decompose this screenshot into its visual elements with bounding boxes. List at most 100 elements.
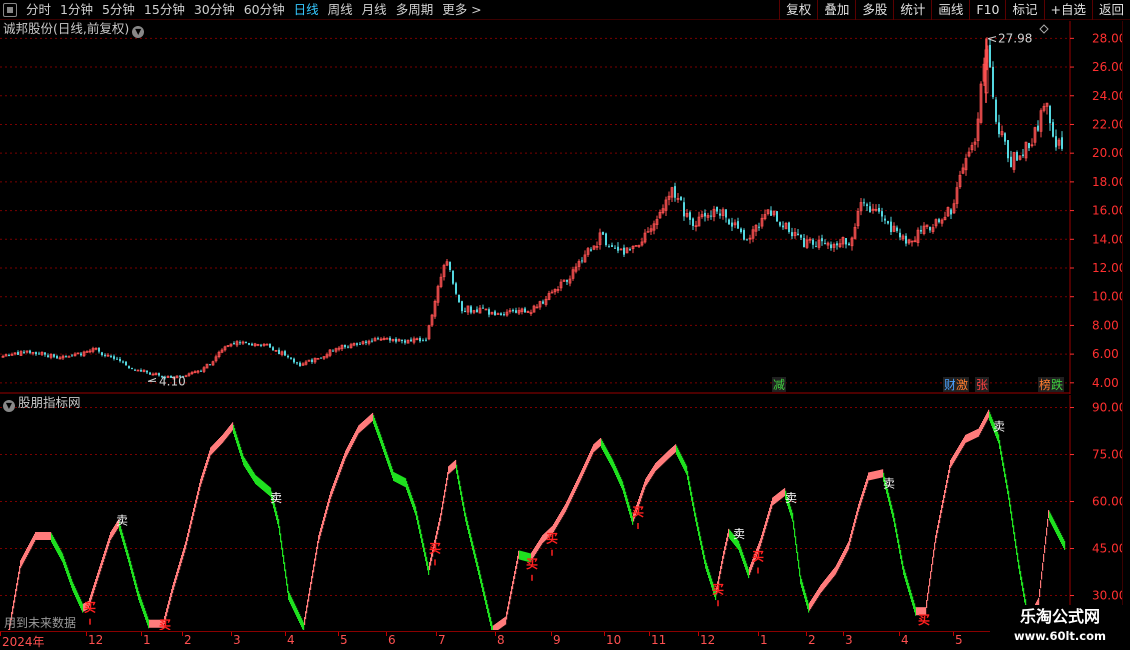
chevron-down-icon[interactable]: ▼ (3, 400, 15, 412)
candle-body (311, 359, 313, 362)
date-label: 12 (700, 633, 716, 647)
tool-button-2[interactable]: 多股 (855, 0, 893, 20)
candle-body (347, 346, 349, 348)
candle-body (674, 186, 676, 198)
period-tab-9[interactable]: 多周期 (392, 0, 439, 20)
period-tab-8[interactable]: 月线 (358, 0, 392, 20)
candle-body (887, 221, 889, 224)
indicator-panel[interactable]: ▼ 股朋指标网 30.00 45.00 60.00 75.00 90.00 卖卖卖卖卖卖买买… (0, 395, 1130, 630)
period-tab-7[interactable]: 周线 (324, 0, 358, 20)
candle-body (758, 226, 760, 228)
candle-body (119, 358, 121, 362)
candle-body (449, 262, 451, 271)
candle-body (131, 368, 133, 370)
kline-chart[interactable]: 4.006.008.0010.0012.0014.0016.0018.0020.… (0, 21, 1130, 394)
candle-body (140, 370, 142, 372)
candle-body (461, 301, 463, 312)
tool-button-6[interactable]: 标记 (1005, 0, 1043, 20)
period-tab-1[interactable]: 1分钟 (56, 0, 98, 20)
period-tab-4[interactable]: 30分钟 (190, 0, 240, 20)
candle-body (1052, 122, 1054, 137)
indicator-bar-up (929, 578, 931, 587)
candle-body (356, 343, 358, 345)
indicator-chart[interactable]: 30.0045.0060.0075.0090.00卖卖卖卖卖卖买买买买买买买买买… (0, 395, 1130, 630)
candle-body (200, 370, 202, 372)
candle-body (614, 247, 616, 249)
candle-body (815, 246, 817, 248)
candle-body (110, 355, 112, 357)
low-price-arrow (147, 377, 157, 382)
period-tab-10[interactable]: 更多 > (438, 0, 486, 20)
candle-body (746, 239, 748, 241)
candle-body (293, 358, 295, 363)
stock-title[interactable]: 诚邦股份(日线,前复权) ▼ (3, 21, 145, 38)
candle-body (134, 369, 136, 371)
candle-body (149, 372, 151, 375)
tool-button-8[interactable]: 返回 (1091, 0, 1130, 20)
candle-body (866, 204, 868, 206)
period-tab-3[interactable]: 15分钟 (140, 0, 190, 20)
candle-body (905, 235, 907, 244)
candle-body (512, 309, 514, 312)
candle-body (608, 246, 610, 248)
date-label: 7 (438, 633, 446, 647)
kline-panel[interactable]: 诚邦股份(日线,前复权) ▼ 4.00 6.00 8.00 10.00 12.00 14.0… (0, 21, 1130, 394)
candle-body (239, 342, 241, 344)
candle-body (719, 213, 721, 216)
indicator-bar-up (1039, 589, 1041, 598)
indicator-bar-down (1064, 540, 1066, 550)
tool-button-7[interactable]: +自选 (1043, 0, 1092, 20)
indicator-bar-up (1043, 553, 1045, 562)
candle-body (878, 207, 880, 212)
chevron-down-icon[interactable]: ▼ (132, 26, 145, 38)
candle-body (53, 354, 55, 357)
period-tab-5[interactable]: 60分钟 (240, 0, 290, 20)
period-tab-6[interactable]: 日线 (290, 0, 324, 20)
candle-body (590, 249, 592, 251)
candle-body (740, 228, 742, 233)
period-tab-0[interactable]: 分时 (22, 0, 56, 20)
candle-body (500, 313, 502, 316)
candle-body (800, 234, 802, 238)
candle-body (98, 347, 100, 352)
candle-body (896, 227, 898, 231)
tool-button-4[interactable]: 画线 (931, 0, 969, 20)
watermark: 乐淘公式网 www.60lt.com (990, 605, 1130, 650)
candle-body (581, 260, 583, 262)
candle-body (992, 66, 994, 98)
period-tab-2[interactable]: 5分钟 (98, 0, 140, 20)
tool-button-1[interactable]: 叠加 (817, 0, 855, 20)
sell-signal: 卖 (883, 476, 895, 490)
candle-body (419, 337, 421, 342)
date-tick (0, 632, 1, 636)
stock-title-text: 诚邦股份(日线,前复权) (3, 21, 130, 36)
candle-body (812, 239, 814, 245)
event-marker: 榜 (1039, 377, 1051, 392)
candle-body (989, 44, 991, 68)
date-label: 9 (553, 633, 561, 647)
candle-body (125, 361, 127, 366)
date-label: 4 (287, 633, 295, 647)
candle-body (716, 206, 718, 212)
tool-button-5[interactable]: F10 (969, 0, 1005, 20)
menu-toggle-icon[interactable] (3, 3, 17, 17)
date-tick (899, 632, 900, 636)
tool-button-3[interactable]: 统计 (893, 0, 931, 20)
date-label: 5 (955, 633, 963, 647)
event-marker: 张 (976, 378, 988, 392)
candle-body (455, 283, 457, 294)
candle-body (542, 301, 544, 304)
candle-body (67, 355, 71, 358)
date-label: 2 (184, 633, 192, 647)
candle-body (365, 341, 367, 343)
indicator-title[interactable]: ▼ 股朋指标网 (3, 395, 81, 412)
candle-body (113, 356, 115, 359)
date-tick (698, 632, 699, 636)
candle-body (995, 99, 997, 122)
price-tick-label: 8.00 (1092, 318, 1119, 332)
date-label: 11 (651, 633, 667, 647)
event-marker: 减 (773, 378, 785, 392)
candle-body (524, 308, 526, 313)
tool-button-0[interactable]: 复权 (779, 0, 817, 20)
buy-signal: 买 (526, 557, 538, 571)
